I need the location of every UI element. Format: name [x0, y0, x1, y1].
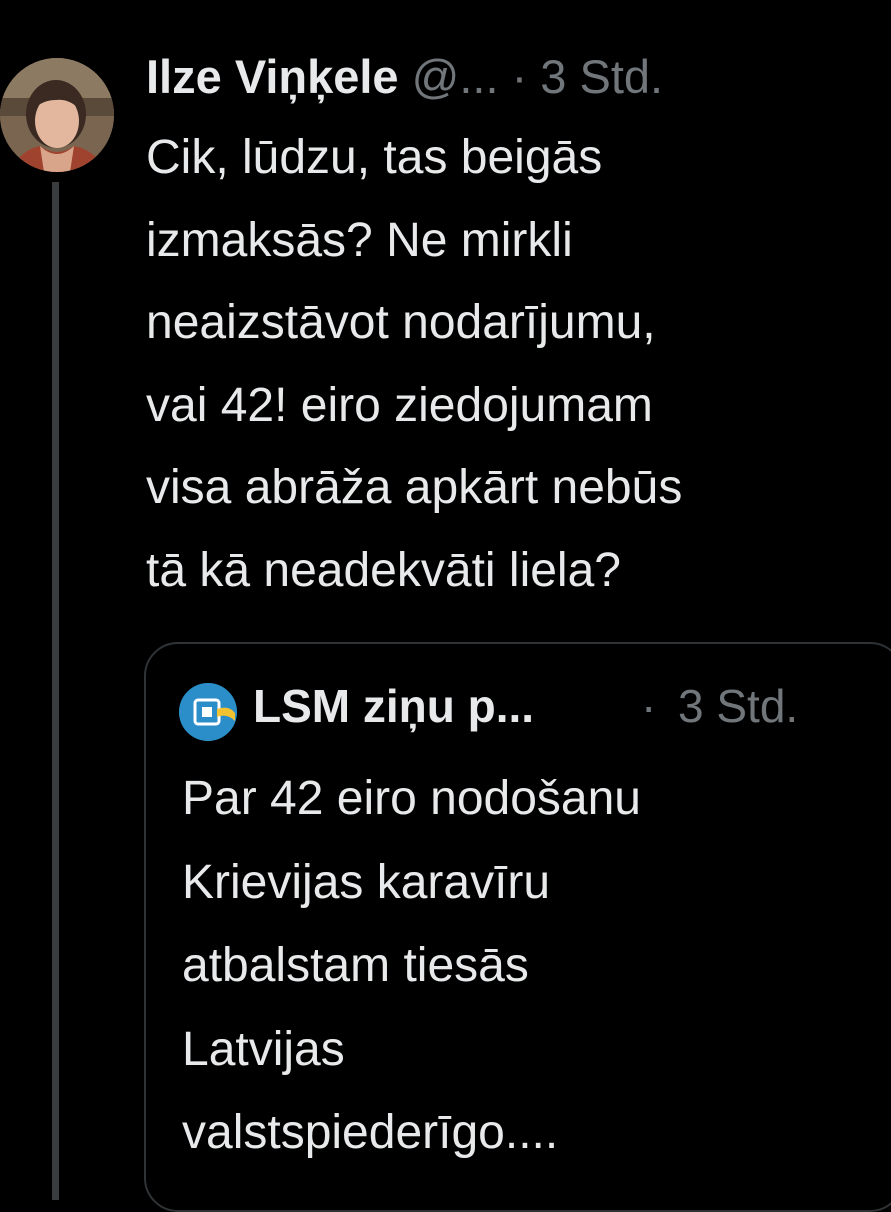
author-handle[interactable]: @...	[412, 50, 499, 103]
quoted-text-line: atbalstam tiesās	[182, 939, 529, 992]
tweet-text-line: visa abrāža apkārt nebūs	[146, 461, 683, 514]
author-avatar[interactable]	[0, 58, 114, 172]
tweet-text-line: tā kā neadekvāti liela?	[146, 543, 621, 597]
quoted-text-line: Latvijas	[182, 1022, 345, 1076]
tweet-header: Ilze Viņķele @... · 3 Std.	[146, 46, 663, 108]
quoted-author-name[interactable]: LSM ziņu p...	[253, 676, 534, 736]
tweet-text-line: vai 42! eiro ziedojumam	[146, 378, 653, 432]
quoted-text-line: Krievijas karavīru	[182, 855, 551, 909]
quoted-author-avatar[interactable]	[179, 683, 237, 741]
tweet-text-line: izmaksās? Ne mirkli	[146, 213, 573, 267]
header-separator: ·	[511, 50, 528, 103]
thread-connector-line	[52, 182, 59, 1200]
quoted-tweet-text: Par 42 eiro nodošanu Krievijas karavīru …	[182, 757, 882, 1175]
quoted-text-line: Par 42 eiro nodošanu	[182, 772, 641, 825]
tweet-text-line: Cik, lūdzu, tas beigās	[146, 131, 603, 184]
quoted-header-separator: ·	[641, 680, 657, 732]
author-name[interactable]: Ilze Viņķele	[146, 50, 399, 103]
user-avatar-icon	[0, 58, 114, 172]
tweet-timestamp[interactable]: 3 Std.	[540, 50, 663, 103]
lsm-logo-icon	[179, 683, 237, 741]
tweet: Ilze Viņķele @... · 3 Std. Cik, lūdzu, t…	[0, 0, 891, 1212]
quoted-text-line: valstspiederīgo....	[182, 1106, 559, 1159]
tweet-text: Cik, lūdzu, tas beigās izmaksās? Ne mirk…	[146, 117, 891, 612]
tweet-text-line: neaizstāvot nodarījumu,	[146, 296, 656, 349]
quoted-tweet-timestamp[interactable]: 3 Std.	[678, 676, 798, 736]
